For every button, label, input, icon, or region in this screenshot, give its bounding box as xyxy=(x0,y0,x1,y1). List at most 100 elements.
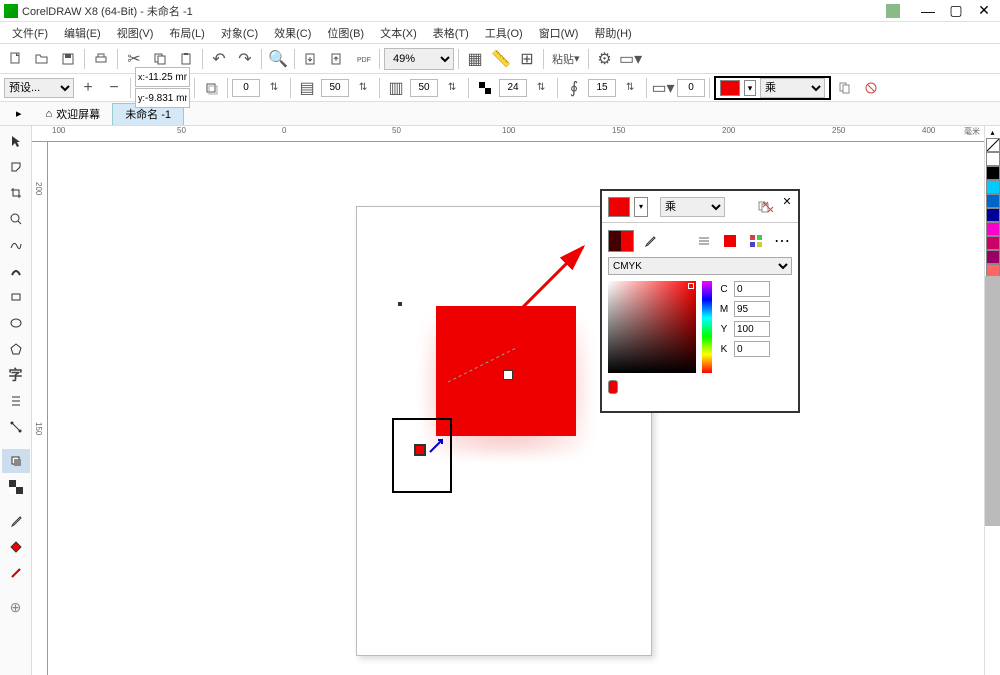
menu-text[interactable]: 文本(X) xyxy=(372,23,425,43)
more-options-icon[interactable]: ⋯ xyxy=(772,231,792,251)
launch-button[interactable]: ▭▾ xyxy=(619,47,643,71)
m-input[interactable] xyxy=(734,301,770,317)
shape-tool[interactable] xyxy=(2,155,30,179)
hue-slider[interactable] xyxy=(702,281,712,373)
swatch-view-icon[interactable] xyxy=(720,231,740,251)
feather-stepper[interactable]: ⇅ xyxy=(618,76,642,100)
ruler-horizontal[interactable]: 100 50 0 50 100 150 200 250 400 毫米 xyxy=(32,126,984,142)
vertical-scrollbar[interactable] xyxy=(985,276,1000,526)
shadow-color-dropdown[interactable]: ▾ xyxy=(744,80,756,96)
ruler-button[interactable]: 📏 xyxy=(489,47,513,71)
polygon-tool[interactable] xyxy=(2,337,30,361)
transparency-tool[interactable] xyxy=(2,475,30,499)
guide-button[interactable]: ⊞ xyxy=(515,47,539,71)
print-button[interactable] xyxy=(89,47,113,71)
palette-swatch[interactable] xyxy=(986,152,1000,166)
menu-bitmap[interactable]: 位图(B) xyxy=(319,23,372,43)
opacity-stepper[interactable]: ⇅ xyxy=(351,76,375,100)
menu-effects[interactable]: 效果(C) xyxy=(266,23,319,43)
menu-window[interactable]: 窗口(W) xyxy=(531,23,587,43)
menu-view[interactable]: 视图(V) xyxy=(109,23,162,43)
text-tool[interactable]: 字 xyxy=(2,363,30,387)
y-input[interactable] xyxy=(734,321,770,337)
menu-file[interactable]: 文件(F) xyxy=(4,23,56,43)
options-button[interactable]: ⚙ xyxy=(593,47,617,71)
x-input[interactable] xyxy=(145,72,187,83)
val0-input[interactable] xyxy=(677,79,705,97)
eyedropper-icon[interactable] xyxy=(640,231,660,251)
minimize-button[interactable]: — xyxy=(920,3,936,19)
rect-shadow-icon[interactable] xyxy=(199,76,223,100)
opacity-input[interactable] xyxy=(321,79,349,97)
slider-view-icon[interactable] xyxy=(694,231,714,251)
shadow-end-handle[interactable] xyxy=(503,370,513,380)
fill-tool[interactable] xyxy=(2,535,30,559)
pdf-button[interactable]: PDF xyxy=(351,47,375,71)
panel-blend-select[interactable]: 乘 xyxy=(660,197,725,217)
direction-icon[interactable]: ▭▾ xyxy=(651,76,675,100)
ruler-vertical[interactable]: 200 150 xyxy=(32,142,48,675)
val24-input[interactable] xyxy=(499,79,527,97)
color-field[interactable] xyxy=(608,281,696,373)
search-button[interactable]: 🔍 xyxy=(266,47,290,71)
clear-shadow-button[interactable] xyxy=(859,76,883,100)
angle-stepper[interactable]: ⇅ xyxy=(262,76,286,100)
rectangle-tool[interactable] xyxy=(2,285,30,309)
dropshadow-tool[interactable] xyxy=(2,449,30,473)
val24-stepper[interactable]: ⇅ xyxy=(529,76,553,100)
current-color-swatch[interactable] xyxy=(608,197,630,217)
redo-button[interactable]: ↷ xyxy=(233,47,257,71)
tab-welcome[interactable]: ⌂ 欢迎屏幕 xyxy=(34,103,113,125)
menu-edit[interactable]: 编辑(E) xyxy=(56,23,109,43)
import-button[interactable] xyxy=(299,47,323,71)
palette-swatch[interactable] xyxy=(986,166,1000,180)
menu-object[interactable]: 对象(C) xyxy=(213,23,266,43)
palette-up-arrow[interactable]: ▴ xyxy=(986,128,1000,138)
crop-tool[interactable] xyxy=(2,181,30,205)
angle-input[interactable] xyxy=(232,79,260,97)
save-button[interactable] xyxy=(56,47,80,71)
pick-tool[interactable] xyxy=(2,129,30,153)
menu-table[interactable]: 表格(T) xyxy=(425,23,477,43)
freehand-tool[interactable] xyxy=(2,233,30,257)
shadow-start-handle[interactable] xyxy=(414,444,426,456)
export-button[interactable] xyxy=(325,47,349,71)
shadow-direction-arrow[interactable] xyxy=(418,232,618,402)
clear-color-icon[interactable] xyxy=(758,197,778,217)
add-preset-button[interactable]: + xyxy=(76,76,100,100)
opacity2-input[interactable] xyxy=(410,79,438,97)
connector-tool[interactable] xyxy=(2,415,30,439)
parallel-tool[interactable] xyxy=(2,389,30,413)
palette-swatch[interactable] xyxy=(986,194,1000,208)
outline-tool[interactable] xyxy=(2,561,30,585)
panel-close-button[interactable]: ✕ xyxy=(780,195,794,209)
palette-swatch[interactable] xyxy=(986,236,1000,250)
menu-layout[interactable]: 布局(L) xyxy=(161,23,212,43)
palette-swatch[interactable] xyxy=(986,208,1000,222)
zoom-select[interactable]: 49% xyxy=(384,48,454,70)
menu-tools[interactable]: 工具(O) xyxy=(477,23,531,43)
palette-swatch[interactable] xyxy=(986,180,1000,194)
add-tool-button[interactable]: ⊕ xyxy=(2,595,30,619)
new-button[interactable] xyxy=(4,47,28,71)
artistic-tool[interactable] xyxy=(2,259,30,283)
copy-props-button[interactable] xyxy=(833,76,857,100)
palette-swatch[interactable] xyxy=(986,222,1000,236)
c-input[interactable] xyxy=(734,281,770,297)
opacity2-stepper[interactable]: ⇅ xyxy=(440,76,464,100)
y-input[interactable] xyxy=(145,93,187,104)
menu-help[interactable]: 帮助(H) xyxy=(586,23,639,43)
eyedropper-tool[interactable] xyxy=(2,509,30,533)
palette-none[interactable] xyxy=(986,138,1000,152)
tab-expand[interactable]: ▸ xyxy=(4,103,34,125)
grid-button[interactable]: ▦ xyxy=(463,47,487,71)
canvas[interactable] xyxy=(48,142,984,675)
ellipse-tool[interactable] xyxy=(2,311,30,335)
remove-preset-button[interactable]: − xyxy=(102,76,126,100)
undo-button[interactable]: ↶ xyxy=(207,47,231,71)
color-dropdown-arrow[interactable]: ▾ xyxy=(634,197,648,217)
k-input[interactable] xyxy=(734,341,770,357)
preset-select[interactable]: 预设... xyxy=(4,78,74,98)
paste-dropdown[interactable]: 粘贴 ▾ xyxy=(548,47,584,71)
grid-view-icon[interactable] xyxy=(746,231,766,251)
